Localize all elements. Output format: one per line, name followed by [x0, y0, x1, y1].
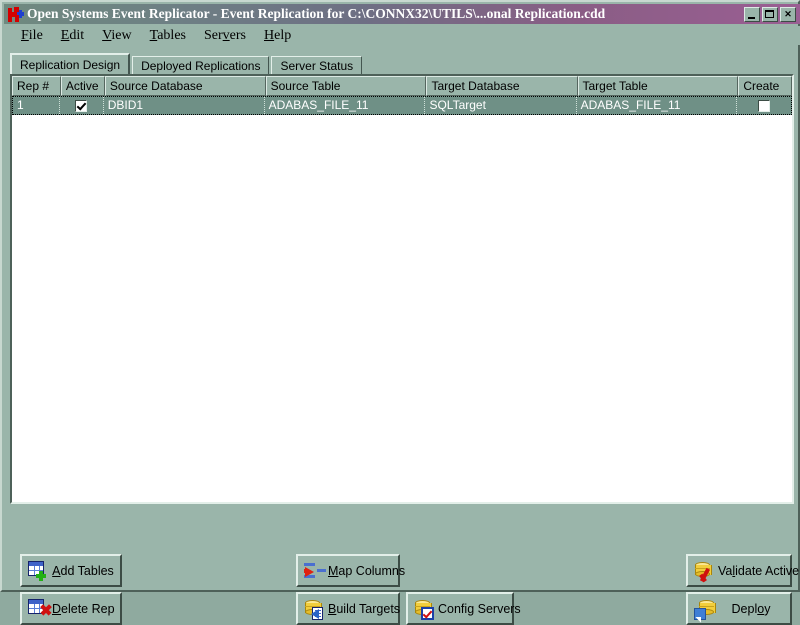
menu-rest-file: ile	[29, 28, 43, 43]
menu-item-tables[interactable]: Tables	[141, 27, 195, 45]
deploy-icon	[694, 598, 716, 620]
build-targets-icon	[304, 598, 326, 620]
tab-server-status[interactable]: Server Status	[271, 56, 362, 74]
column-header-create[interactable]: Create	[738, 76, 792, 96]
build-targets-accel: B	[328, 602, 336, 616]
replication-grid[interactable]: Rep # Active Source Database Source Tabl…	[10, 74, 794, 504]
config-servers-label: Config Servers	[436, 602, 527, 616]
table-add-icon	[28, 560, 50, 582]
menu-item-servers[interactable]: Servers	[195, 27, 255, 45]
column-header-active[interactable]: Active	[61, 76, 105, 96]
column-header-source-table[interactable]: Source Table	[266, 76, 427, 96]
table-delete-icon	[28, 598, 50, 620]
add-tables-button[interactable]: Add Tables	[20, 554, 122, 587]
deploy-accel: o	[757, 602, 764, 616]
add-tables-accel: A	[52, 564, 60, 578]
build-targets-rest: uild Targets	[336, 602, 400, 616]
build-targets-button[interactable]: Build Targets	[296, 592, 400, 625]
delete-rep-accel: D	[52, 602, 61, 616]
add-tables-rest: dd Tables	[61, 564, 114, 578]
deploy-label: Deploy	[716, 602, 790, 616]
deploy-button[interactable]: Deploy	[686, 592, 792, 625]
caption-buttons: ✕	[744, 7, 798, 22]
cell-active[interactable]	[60, 97, 104, 114]
grid-body: 1 DBID1 ADABAS_FILE_11 SQLTarget ADABAS_…	[12, 96, 792, 115]
config-servers-accel: g	[467, 602, 474, 616]
validate-active-icon	[694, 560, 716, 582]
tab-strip: Replication Design Deployed Replications…	[10, 54, 364, 74]
button-bar: Add Tables Delete Rep Map Columns	[6, 508, 798, 590]
grid-header-row: Rep # Active Source Database Source Tabl…	[12, 76, 792, 96]
config-servers-icon	[414, 598, 436, 620]
validate-active-button[interactable]: Validate Active	[686, 554, 792, 587]
deploy-rest: y	[764, 602, 770, 616]
menu-item-edit[interactable]: Edit	[52, 27, 93, 45]
client-area: Replication Design Deployed Replications…	[6, 48, 798, 590]
config-servers-pre: Confi	[438, 602, 467, 616]
cell-rep-num: 1	[13, 97, 60, 114]
table-row[interactable]: 1 DBID1 ADABAS_FILE_11 SQLTarget ADABAS_…	[12, 96, 792, 115]
build-targets-label: Build Targets	[326, 602, 406, 616]
window-title: Open Systems Event Replicator - Event Re…	[27, 6, 744, 22]
menu-bar: File Edit View Tables Servers Help	[4, 26, 800, 45]
menu-pre-servers: Ser	[204, 28, 223, 43]
close-button[interactable]: ✕	[780, 7, 796, 22]
config-servers-rest: Servers	[474, 602, 521, 616]
application-window: Open Systems Event Replicator - Event Re…	[0, 0, 800, 592]
column-header-target-database[interactable]: Target Database	[426, 76, 577, 96]
validate-active-label: Validate Active	[716, 564, 800, 578]
active-checkbox[interactable]	[75, 100, 87, 112]
menu-item-help[interactable]: Help	[255, 27, 300, 45]
menu-item-file[interactable]: File	[12, 27, 52, 45]
column-header-rep-num[interactable]: Rep #	[12, 76, 61, 96]
delete-rep-rest: elete Rep	[61, 602, 115, 616]
menu-rest-help: elp	[274, 28, 291, 43]
deploy-pre: Depl	[732, 602, 758, 616]
map-columns-icon	[304, 560, 326, 582]
validate-active-pre: Va	[718, 564, 732, 578]
tab-deployed-replications[interactable]: Deployed Replications	[132, 56, 269, 74]
map-columns-accel: M	[328, 564, 338, 578]
menu-accel-servers: v	[223, 28, 230, 43]
minimize-button[interactable]	[744, 7, 760, 22]
app-replicator-icon	[8, 7, 24, 22]
menu-rest-servers: ers	[230, 28, 246, 43]
menu-accel-file: F	[21, 28, 29, 43]
map-columns-label: Map Columns	[326, 564, 411, 578]
maximize-button[interactable]	[762, 7, 778, 22]
delete-rep-label: Delete Rep	[50, 602, 121, 616]
config-servers-button[interactable]: Config Servers	[406, 592, 514, 625]
menu-item-view[interactable]: View	[93, 27, 141, 45]
menu-accel-help: H	[264, 28, 274, 43]
add-tables-label: Add Tables	[50, 564, 120, 578]
title-bar[interactable]: Open Systems Event Replicator - Event Re…	[4, 4, 800, 24]
menu-rest-tables: ables	[157, 28, 186, 43]
cell-target-database: SQLTarget	[425, 97, 576, 114]
menu-rest-edit: dit	[69, 28, 84, 43]
map-columns-button[interactable]: Map Columns	[296, 554, 400, 587]
delete-rep-button[interactable]: Delete Rep	[20, 592, 122, 625]
cell-source-database: DBID1	[104, 97, 265, 114]
column-header-source-database[interactable]: Source Database	[105, 76, 266, 96]
validate-active-rest: idate Active	[735, 564, 799, 578]
menu-rest-view: iew	[111, 28, 131, 43]
column-header-target-table[interactable]: Target Table	[578, 76, 739, 96]
cell-target-table: ADABAS_FILE_11	[577, 97, 738, 114]
map-columns-rest: ap Columns	[338, 564, 405, 578]
cell-source-table: ADABAS_FILE_11	[265, 97, 426, 114]
create-checkbox[interactable]	[758, 100, 770, 112]
cell-create[interactable]	[737, 97, 791, 114]
tab-replication-design[interactable]: Replication Design	[10, 53, 130, 74]
